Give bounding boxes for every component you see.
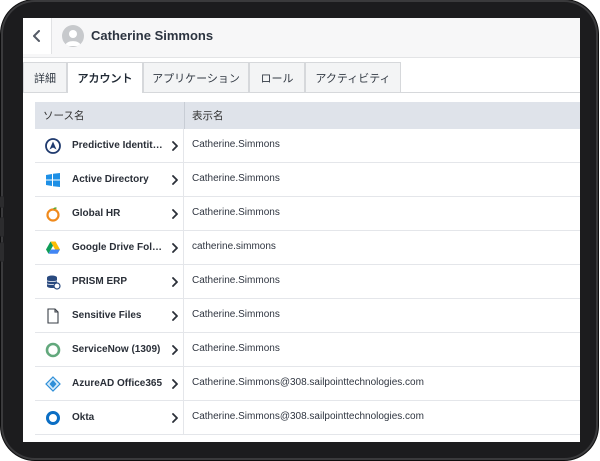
tab-activity[interactable]: アクティビティ xyxy=(305,62,401,92)
table-row[interactable]: Predictive Identity | ... Catherine.Simm… xyxy=(35,129,580,163)
source-name: Okta xyxy=(72,412,95,423)
display-name: Catherine.Simmons xyxy=(192,343,280,354)
source-cell[interactable]: Sensitive Files xyxy=(35,299,184,332)
source-cell[interactable]: PRISM ERP xyxy=(35,265,184,298)
display-name: Catherine.Simmons xyxy=(192,139,280,150)
chevron-right-icon[interactable] xyxy=(170,276,180,288)
chevron-right-icon[interactable] xyxy=(170,242,180,254)
source-name: ServiceNow (1309) xyxy=(72,344,161,355)
source-cell[interactable]: Global HR xyxy=(35,197,184,230)
display-name: Catherine.Simmons@308.sailpointtechnolog… xyxy=(192,377,424,388)
display-name: Catherine.Simmons xyxy=(192,309,280,320)
azure-icon xyxy=(45,376,61,392)
google-drive-icon xyxy=(45,240,61,256)
tab-accounts[interactable]: アカウント xyxy=(67,62,143,93)
source-name: PRISM ERP xyxy=(72,276,128,287)
column-header-display-name: 表示名 xyxy=(192,110,224,122)
table-row[interactable]: ServiceNow (1309) Catherine.Simmons xyxy=(35,333,580,367)
top-bar: Catherine Simmons xyxy=(23,18,580,58)
windows-icon xyxy=(45,172,61,188)
source-cell[interactable]: Okta xyxy=(35,401,184,434)
chevron-right-icon[interactable] xyxy=(170,140,180,152)
source-name: AzureAD Office365 xyxy=(72,378,163,389)
display-name: Catherine.Simmons xyxy=(192,207,280,218)
okta-icon xyxy=(45,410,61,426)
predictive-identity-icon xyxy=(45,138,61,154)
chevron-right-icon[interactable] xyxy=(170,412,180,424)
source-cell[interactable]: Google Drive Folder... xyxy=(35,231,184,264)
display-name: catherine.simmons xyxy=(192,241,276,252)
chevron-right-icon[interactable] xyxy=(170,174,180,186)
table-row[interactable]: Active Directory Catherine.Simmons xyxy=(35,163,580,197)
source-name: Google Drive Folder... xyxy=(72,242,165,253)
volume-down-button xyxy=(0,242,4,262)
table-row[interactable]: PRISM ERP Catherine.Simmons xyxy=(35,265,580,299)
user-icon xyxy=(65,30,81,46)
chevron-left-icon xyxy=(33,30,40,42)
table-row[interactable]: Sensitive Files Catherine.Simmons xyxy=(35,299,580,333)
source-cell[interactable]: AzureAD Office365 xyxy=(35,367,184,400)
display-name: Catherine.Simmons xyxy=(192,275,280,286)
source-cell[interactable]: ServiceNow (1309) xyxy=(35,333,184,366)
source-cell[interactable]: Predictive Identity | ... xyxy=(35,129,184,162)
user-name: Catherine Simmons xyxy=(91,28,214,43)
column-divider xyxy=(184,102,185,129)
file-icon xyxy=(45,308,61,324)
chevron-right-icon[interactable] xyxy=(170,310,180,322)
source-name: Sensitive Files xyxy=(72,310,142,321)
global-hr-icon xyxy=(45,206,61,222)
avatar xyxy=(62,25,84,47)
source-name: Active Directory xyxy=(72,174,149,185)
mute-switch xyxy=(0,196,4,208)
back-button[interactable] xyxy=(23,18,52,54)
column-header-source: ソース名 xyxy=(43,110,85,122)
tab-roles[interactable]: ロール xyxy=(249,62,305,92)
tablet-frame: Catherine Simmons 詳細 アカウント アプリケーション ロール … xyxy=(0,0,598,460)
source-name: Predictive Identity | ... xyxy=(72,140,165,151)
table-header: ソース名 表示名 xyxy=(35,102,580,129)
tab-applications[interactable]: アプリケーション xyxy=(143,62,249,92)
chevron-right-icon[interactable] xyxy=(170,344,180,356)
tab-bar: 詳細 アカウント アプリケーション ロール アクティビティ xyxy=(23,62,580,93)
display-name: Catherine.Simmons xyxy=(192,173,280,184)
chevron-right-icon[interactable] xyxy=(170,208,180,220)
app-screen: Catherine Simmons 詳細 アカウント アプリケーション ロール … xyxy=(23,18,580,442)
servicenow-icon xyxy=(45,342,61,358)
table-row[interactable]: AzureAD Office365 Catherine.Simmons@308.… xyxy=(35,367,580,401)
database-icon xyxy=(45,274,61,290)
chevron-right-icon[interactable] xyxy=(170,378,180,390)
source-cell[interactable]: Active Directory xyxy=(35,163,184,196)
table-row[interactable]: Okta Catherine.Simmons@308.sailpointtech… xyxy=(35,401,580,435)
table-row[interactable]: Global HR Catherine.Simmons xyxy=(35,197,580,231)
tab-details[interactable]: 詳細 xyxy=(23,62,67,92)
accounts-table: ソース名 表示名 Predictive Identity | ... Cathe… xyxy=(35,102,580,442)
table-row[interactable]: Google Drive Folder... catherine.simmons xyxy=(35,231,580,265)
display-name: Catherine.Simmons@308.sailpointtechnolog… xyxy=(192,411,424,422)
source-name: Global HR xyxy=(72,208,121,219)
volume-up-button xyxy=(0,217,4,237)
